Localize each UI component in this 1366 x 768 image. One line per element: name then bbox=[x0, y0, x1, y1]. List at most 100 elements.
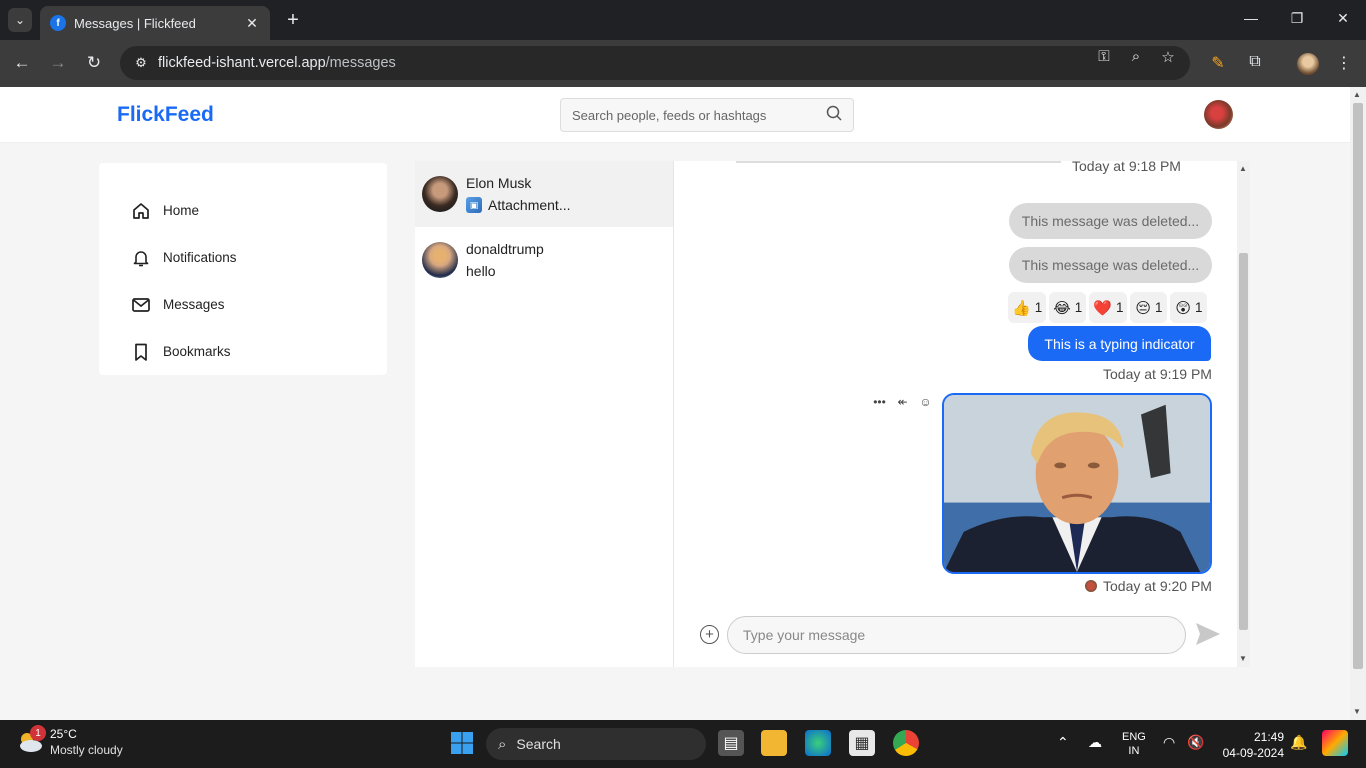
extensions-icon[interactable]: ⧉ bbox=[1244, 53, 1266, 71]
avatar bbox=[422, 242, 458, 278]
cloud-icon: 1 bbox=[16, 725, 46, 755]
language-indicator[interactable]: ENG IN bbox=[1122, 730, 1146, 758]
back-button[interactable]: ← bbox=[11, 53, 33, 73]
sidebar-item-label: Bookmarks bbox=[163, 344, 231, 359]
volume-muted-icon[interactable]: 🔇 bbox=[1187, 734, 1204, 751]
conversation-item[interactable]: donaldtrump hello bbox=[415, 227, 673, 293]
favicon-icon: f bbox=[50, 15, 66, 31]
send-icon[interactable] bbox=[1194, 621, 1222, 647]
app-header: FlickFeed Search people, feeds or hashta… bbox=[0, 87, 1350, 143]
clock[interactable]: 21:49 04-09-2024 bbox=[1218, 729, 1284, 761]
mail-icon bbox=[131, 295, 151, 315]
restore-button[interactable]: ❐ bbox=[1287, 10, 1307, 27]
tab-title: Messages | Flickfeed bbox=[74, 15, 196, 31]
tab-search-button[interactable]: ⌄ bbox=[8, 8, 32, 32]
reaction-chip[interactable]: 👍 1 bbox=[1008, 292, 1047, 323]
search-icon[interactable] bbox=[826, 105, 842, 125]
scrollbar-thumb[interactable] bbox=[1239, 253, 1248, 630]
tab-close-icon[interactable]: ✕ bbox=[244, 15, 260, 32]
scroll-down-icon[interactable]: ▼ bbox=[1353, 707, 1361, 716]
reload-button[interactable]: ↻ bbox=[83, 53, 105, 73]
bell-icon bbox=[131, 248, 151, 268]
divider bbox=[736, 161, 1061, 163]
deleted-message[interactable]: This message was deleted... bbox=[1009, 247, 1212, 283]
reaction-chip[interactable]: 😔 1 bbox=[1130, 292, 1168, 323]
reaction-bar: 👍 1 😂 1 ❤️ 1 😔 1 😲 1 bbox=[1008, 292, 1210, 323]
minimize-button[interactable]: — bbox=[1241, 10, 1261, 26]
weather-widget[interactable]: 1 25°C Mostly cloudy bbox=[16, 725, 123, 757]
app-logo[interactable]: FlickFeed bbox=[117, 103, 214, 127]
windows-start-icon[interactable] bbox=[449, 730, 475, 756]
onedrive-icon[interactable]: ☁ bbox=[1088, 734, 1102, 751]
page: FlickFeed Search people, feeds or hashta… bbox=[0, 87, 1350, 720]
reply-icon[interactable]: ↞ bbox=[891, 395, 914, 409]
task-view-icon[interactable]: ▤ bbox=[718, 730, 744, 756]
avatar bbox=[422, 176, 458, 212]
bookmark-icon bbox=[131, 342, 151, 362]
pen-extension-icon[interactable]: ✎ bbox=[1207, 53, 1229, 73]
scroll-down-icon[interactable]: ▼ bbox=[1239, 654, 1247, 663]
copilot-icon[interactable] bbox=[1322, 730, 1348, 756]
message-input[interactable]: Type your message bbox=[727, 616, 1186, 654]
scroll-up-icon[interactable]: ▲ bbox=[1239, 164, 1247, 173]
wifi-icon[interactable]: ◠ bbox=[1163, 734, 1175, 751]
more-options-icon[interactable]: ••• bbox=[868, 395, 891, 409]
taskbar-search[interactable]: ⌕ Search bbox=[486, 728, 706, 760]
profile-avatar[interactable] bbox=[1297, 53, 1319, 75]
search-input[interactable]: Search people, feeds or hashtags bbox=[560, 98, 854, 132]
sidebar: Home Notifications Messages Bookmarks bbox=[99, 163, 387, 375]
bookmark-star-icon[interactable]: ☆ bbox=[1158, 48, 1178, 66]
store-icon[interactable]: ▦ bbox=[849, 730, 875, 756]
chat-scrollbar[interactable]: ▲ ▼ bbox=[1237, 161, 1250, 667]
image-attachment-icon: ▣ bbox=[466, 197, 482, 213]
sidebar-item-label: Home bbox=[163, 203, 200, 218]
conversation-preview: hello bbox=[466, 263, 496, 279]
zoom-icon[interactable]: ⌕ bbox=[1126, 48, 1146, 65]
chrome-icon[interactable] bbox=[893, 730, 919, 756]
message-timestamp: Today at 9:18 PM bbox=[1072, 158, 1181, 174]
file-explorer-icon[interactable] bbox=[761, 730, 787, 756]
forward-button[interactable]: → bbox=[47, 53, 69, 73]
seen-avatar bbox=[1085, 580, 1097, 592]
emoji-react-icon[interactable]: ☺ bbox=[914, 395, 937, 409]
new-tab-button[interactable]: + bbox=[282, 9, 304, 31]
reaction-chip[interactable]: 😲 1 bbox=[1170, 292, 1208, 323]
close-window-button[interactable]: ✕ bbox=[1333, 10, 1353, 27]
notification-bell-icon[interactable]: 🔔 bbox=[1290, 734, 1307, 751]
add-attachment-icon[interactable]: + bbox=[700, 625, 719, 644]
browser-menu-icon[interactable]: ⋮ bbox=[1333, 53, 1355, 73]
conversation-list: Elon Musk ▣ Attachment... donaldtrump he… bbox=[415, 161, 674, 667]
edge-icon[interactable] bbox=[805, 730, 831, 756]
address-bar[interactable]: ⚙ flickfeed-ishant.vercel.app/messages bbox=[120, 46, 1190, 80]
image-message[interactable] bbox=[942, 393, 1212, 574]
page-scrollbar[interactable]: ▲ ▼ bbox=[1350, 87, 1366, 720]
scroll-up-icon[interactable]: ▲ bbox=[1353, 90, 1361, 99]
browser-tab[interactable]: f Messages | Flickfeed ✕ bbox=[40, 6, 270, 40]
weather-temp: 25°C bbox=[50, 727, 77, 741]
site-info-icon[interactable]: ⚙ bbox=[130, 52, 152, 74]
weather-badge: 1 bbox=[30, 725, 46, 741]
deleted-message[interactable]: This message was deleted... bbox=[1009, 203, 1212, 239]
scrollbar-thumb[interactable] bbox=[1353, 103, 1363, 669]
weather-desc: Mostly cloudy bbox=[50, 743, 123, 757]
sent-message[interactable]: This is a typing indicator bbox=[1028, 326, 1211, 361]
taskbar: 1 25°C Mostly cloudy ⌕ Search ▤ ▦ ⌃ ☁ EN… bbox=[0, 720, 1366, 768]
home-icon bbox=[131, 201, 151, 221]
url-text: flickfeed-ishant.vercel.app/messages bbox=[158, 55, 396, 71]
sidebar-item-notifications[interactable]: Notifications bbox=[99, 234, 387, 281]
browser-tab-bar: ⌄ f Messages | Flickfeed ✕ + — ❐ ✕ bbox=[0, 0, 1366, 40]
sidebar-item-home[interactable]: Home bbox=[99, 187, 387, 234]
message-timestamp: Today at 9:20 PM bbox=[1085, 578, 1212, 594]
conversation-name: donaldtrump bbox=[466, 241, 544, 257]
password-key-icon[interactable]: ⚿ bbox=[1094, 48, 1114, 65]
user-avatar[interactable] bbox=[1204, 100, 1233, 129]
chat-panel: Today at 9:18 PM This message was delete… bbox=[674, 158, 1250, 667]
sidebar-item-label: Notifications bbox=[163, 250, 237, 265]
conversation-name: Elon Musk bbox=[466, 175, 532, 191]
sidebar-item-messages[interactable]: Messages bbox=[99, 281, 387, 328]
reaction-chip[interactable]: ❤️ 1 bbox=[1089, 292, 1128, 323]
reaction-chip[interactable]: 😂 1 bbox=[1049, 292, 1087, 323]
show-hidden-icons[interactable]: ⌃ bbox=[1057, 734, 1069, 751]
sidebar-item-bookmarks[interactable]: Bookmarks bbox=[99, 328, 387, 375]
conversation-item[interactable]: Elon Musk ▣ Attachment... bbox=[415, 161, 673, 227]
